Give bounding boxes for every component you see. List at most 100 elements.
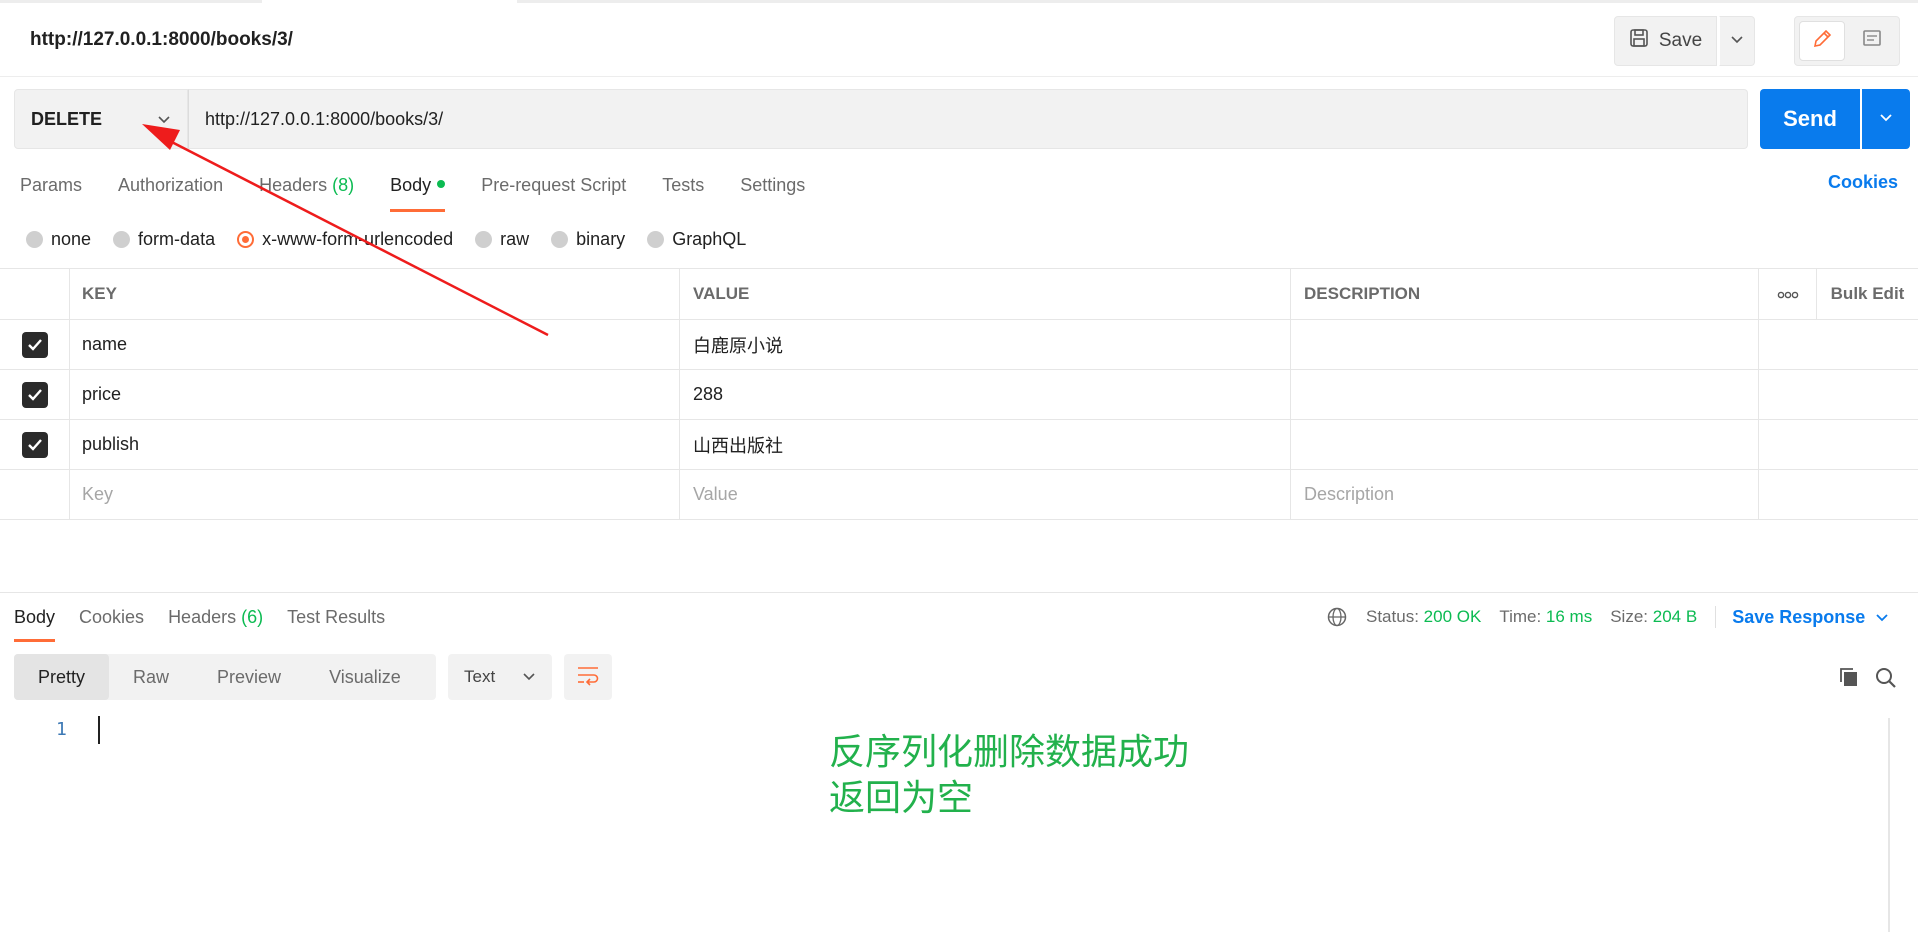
save-options-button[interactable] <box>1719 16 1755 66</box>
save-response-button[interactable]: Save Response <box>1732 607 1889 628</box>
save-button[interactable]: Save <box>1614 16 1717 66</box>
wrap-lines-icon <box>576 664 600 691</box>
send-button[interactable]: Send <box>1760 89 1860 149</box>
new-key-input[interactable]: Key <box>70 470 680 519</box>
request-header: http://127.0.0.1:8000/books/3/ Save <box>0 3 1918 77</box>
send-options-button[interactable] <box>1862 89 1910 149</box>
chevron-down-icon <box>1875 607 1889 628</box>
globe-icon[interactable] <box>1326 606 1348 628</box>
raw-button[interactable]: Raw <box>109 654 193 700</box>
tab-label: Tests <box>662 175 705 195</box>
table-header-row: KEY VALUE DESCRIPTION Bulk Edit <box>0 269 1918 320</box>
view-mode-toggle <box>1794 16 1900 66</box>
tab-authorization[interactable]: Authorization <box>118 172 223 212</box>
visualize-button[interactable]: Visualize <box>305 654 425 700</box>
tab-count: (6) <box>241 607 264 627</box>
response-tab-cookies[interactable]: Cookies <box>79 604 144 642</box>
tab-settings[interactable]: Settings <box>740 172 805 212</box>
body-type-radios: none form-data x-www-form-urlencoded raw… <box>26 226 768 252</box>
bulk-edit-button[interactable]: Bulk Edit <box>1817 269 1918 319</box>
radio-graphql[interactable]: GraphQL <box>647 229 746 250</box>
row-spacer <box>1759 420 1817 469</box>
save-icon <box>1629 28 1649 54</box>
table-row: publish 山西出版社 <box>0 420 1918 470</box>
edit-mode-button[interactable] <box>1799 21 1846 61</box>
pretty-button[interactable]: Pretty <box>14 654 110 700</box>
size-value: 204 B <box>1652 607 1698 626</box>
radio-raw[interactable]: raw <box>475 229 529 250</box>
tab-label: Settings <box>740 175 806 195</box>
copy-icon[interactable] <box>1838 666 1860 693</box>
size-label: Size: <box>1610 607 1649 626</box>
radio-x-www-form-urlencoded[interactable]: x-www-form-urlencoded <box>237 229 453 250</box>
time-info[interactable]: Time: 16 ms <box>1499 607 1592 627</box>
radio-circle <box>237 230 255 248</box>
time-value: 16 ms <box>1545 607 1593 626</box>
search-icon[interactable] <box>1874 666 1898 695</box>
save-group: Save <box>1614 16 1755 66</box>
tab-label: Body <box>14 607 56 627</box>
wrap-lines-button[interactable] <box>564 654 612 700</box>
new-description-input[interactable]: Description <box>1291 470 1759 519</box>
cookies-link[interactable]: Cookies <box>1828 172 1898 193</box>
documentation-mode-button[interactable] <box>1849 21 1895 61</box>
annotation-line-1: 反序列化删除数据成功 <box>829 732 1190 773</box>
column-header-description: DESCRIPTION <box>1291 269 1759 319</box>
response-tab-test-results[interactable]: Test Results <box>287 604 385 642</box>
radio-form-data[interactable]: form-data <box>113 229 215 250</box>
row-checkbox[interactable] <box>21 431 48 458</box>
tab-body[interactable]: Body <box>390 172 446 212</box>
radio-circle <box>551 230 569 248</box>
tab-headers[interactable]: Headers (8) <box>259 172 354 212</box>
value-cell[interactable]: 白鹿原小说 <box>680 320 1291 369</box>
annotation-note: 反序列化删除数据成功 返回为空 <box>829 730 1189 822</box>
key-cell[interactable]: publish <box>70 420 680 469</box>
more-dots-icon <box>1777 284 1799 304</box>
meta-divider <box>1715 606 1717 628</box>
description-cell[interactable] <box>1291 420 1759 469</box>
tab-label: Test Results <box>287 607 386 627</box>
value-cell[interactable]: 山西出版社 <box>680 420 1291 469</box>
method-selector[interactable]: DELETE <box>14 89 188 149</box>
response-divider[interactable] <box>0 592 1918 593</box>
description-cell[interactable] <box>1291 320 1759 369</box>
more-options-button[interactable] <box>1759 269 1817 319</box>
radio-none[interactable]: none <box>26 229 91 250</box>
radio-binary[interactable]: binary <box>551 229 625 250</box>
radio-circle <box>647 230 665 248</box>
table-row: price 288 <box>0 370 1918 420</box>
time-label: Time: <box>1499 607 1542 626</box>
method-label: DELETE <box>31 108 103 129</box>
tab-pre-request-script[interactable]: Pre-request Script <box>481 172 626 212</box>
format-select[interactable]: Text <box>448 654 552 700</box>
response-tab-headers[interactable]: Headers (6) <box>168 604 263 642</box>
preview-button[interactable]: Preview <box>193 654 305 700</box>
editor-scrollbar[interactable] <box>1888 718 1890 932</box>
value-cell[interactable]: 288 <box>680 370 1291 419</box>
response-tabs: Body Cookies Headers (6) Test Results <box>14 604 409 644</box>
response-meta: Status: 200 OK Time: 16 ms Size: 204 B S… <box>1326 604 1889 630</box>
tab-label: Cookies <box>79 607 145 627</box>
url-input[interactable]: http://127.0.0.1:8000/books/3/ <box>188 89 1748 149</box>
row-checkbox[interactable] <box>21 331 48 358</box>
chevron-down-icon <box>1730 32 1744 50</box>
format-label: Text <box>464 667 496 686</box>
request-name[interactable]: http://127.0.0.1:8000/books/3/ <box>30 29 293 51</box>
tab-label: Pre-request Script <box>481 175 627 195</box>
row-checkbox[interactable] <box>21 381 48 408</box>
status-info[interactable]: Status: 200 OK <box>1366 607 1481 627</box>
tab-params[interactable]: Params <box>20 172 82 212</box>
key-cell[interactable]: price <box>70 370 680 419</box>
column-header-value: VALUE <box>680 269 1291 319</box>
status-value: 200 OK <box>1423 607 1482 626</box>
response-tab-body[interactable]: Body <box>14 604 56 642</box>
size-info[interactable]: Size: 204 B <box>1610 607 1697 627</box>
description-cell[interactable] <box>1291 370 1759 419</box>
new-value-input[interactable]: Value <box>680 470 1291 519</box>
row-spacer <box>1759 320 1817 369</box>
radio-label: form-data <box>138 228 216 249</box>
key-cell[interactable]: name <box>70 320 680 369</box>
tab-tests[interactable]: Tests <box>662 172 704 212</box>
text-cursor <box>98 716 100 744</box>
checkmark-icon <box>27 438 42 451</box>
